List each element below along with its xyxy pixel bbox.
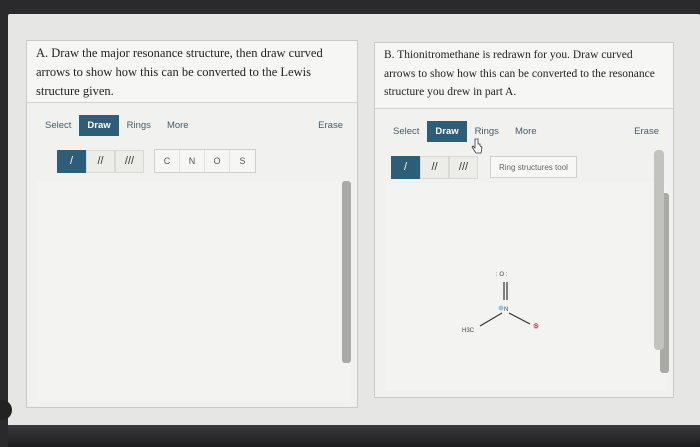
n-c-bond (479, 312, 503, 327)
n-s-bond (508, 312, 531, 325)
draw-tool[interactable]: Draw (79, 114, 119, 136)
sulfur-atom-label: S (534, 324, 538, 330)
canvas-scrollbar-a[interactable] (342, 181, 351, 363)
atom-o-button[interactable]: O (205, 150, 230, 172)
double-bond-button[interactable]: // (86, 149, 115, 173)
page-scrollbar[interactable] (654, 150, 664, 350)
hand-cursor-icon (471, 138, 483, 154)
tools-row-b: / // /// Ring structures tool (391, 155, 673, 179)
atom-c-button[interactable]: C (155, 150, 180, 172)
bond-group: / // /// (57, 149, 144, 173)
ring-structures-tool[interactable]: Ring structures tool (490, 156, 577, 178)
panel-part-a: A. Draw the major resonance structure, t… (26, 40, 358, 408)
thionitromethane-structure: : O : N H3C S (462, 272, 539, 334)
single-bond-button[interactable]: / (57, 149, 86, 173)
atom-group: C N O S (154, 149, 256, 173)
monitor-bezel (8, 425, 700, 447)
single-bond-button[interactable]: / (391, 155, 420, 179)
oxygen-atom-label: : O : (496, 272, 508, 278)
double-bond-button[interactable]: // (420, 155, 449, 179)
select-tool[interactable]: Select (385, 121, 427, 142)
toolbar-b: Select Draw Rings More Erase (375, 117, 673, 145)
draw-tool[interactable]: Draw (427, 120, 467, 142)
nitrogen-atom-label: N (504, 307, 508, 313)
atom-n-button[interactable]: N (180, 150, 205, 172)
triple-bond-button[interactable]: /// (115, 149, 144, 173)
erase-tool[interactable]: Erase (310, 115, 357, 136)
methyl-group-label: H3C (462, 328, 475, 334)
tools-row-a: / // /// C N O S (57, 149, 357, 173)
triple-bond-button[interactable]: /// (449, 155, 478, 179)
atom-s-button[interactable]: S (230, 150, 255, 172)
erase-tool[interactable]: Erase (626, 121, 673, 142)
bond-group: / // /// (391, 155, 478, 179)
rings-tool[interactable]: Rings (119, 115, 159, 136)
question-a-text: A. Draw the major resonance structure, t… (27, 41, 357, 103)
question-b-text: B. Thionitromethane is redrawn for you. … (375, 43, 673, 109)
select-tool[interactable]: Select (37, 115, 79, 136)
plus-charge-marker (498, 305, 504, 311)
more-tool[interactable]: More (159, 115, 197, 136)
drawing-canvas-a[interactable] (37, 181, 351, 401)
more-tool[interactable]: More (507, 121, 545, 142)
toolbar-a: Select Draw Rings More Erase (27, 111, 357, 139)
